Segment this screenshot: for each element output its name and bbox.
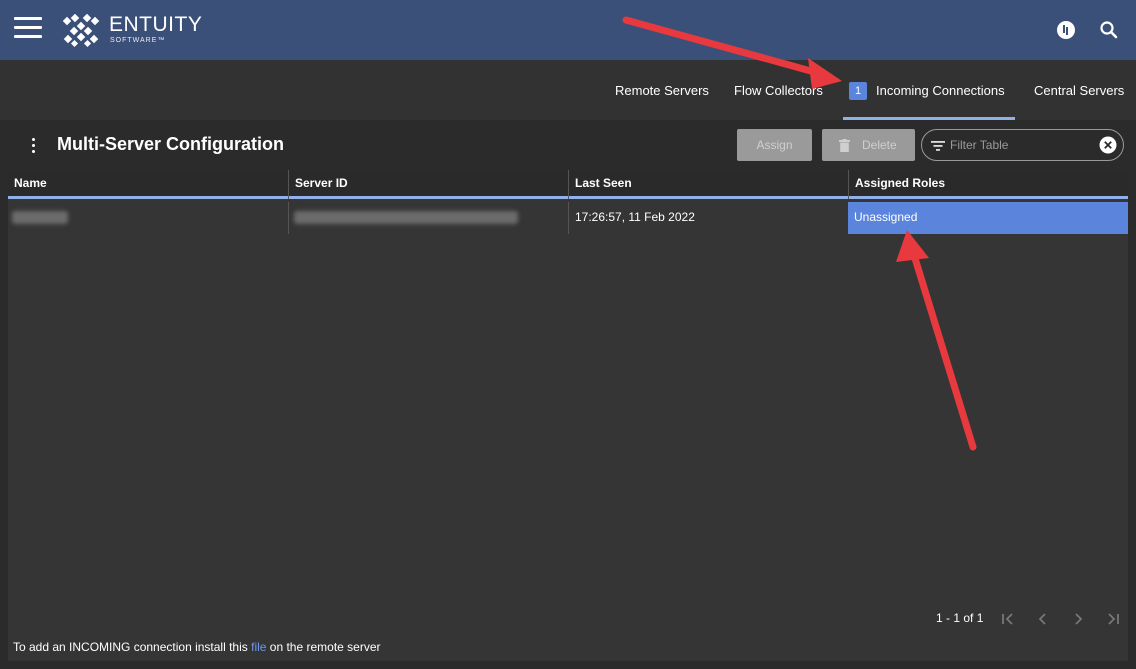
search-icon[interactable] (1099, 20, 1119, 40)
brand-subtitle: SOFTWARE™ (110, 37, 166, 44)
assign-button[interactable]: Assign (737, 129, 812, 161)
column-header-last-seen[interactable]: Last Seen (569, 170, 849, 199)
filter-icon (931, 141, 945, 151)
hamburger-menu-icon[interactable] (14, 17, 42, 39)
filter-box (921, 129, 1124, 161)
install-file-link[interactable]: file (251, 640, 266, 654)
entuity-logo-icon (62, 14, 100, 48)
user-icon[interactable] (1056, 20, 1076, 40)
cell-name (8, 202, 289, 234)
table-row[interactable]: 17:26:57, 11 Feb 2022 Unassigned (8, 202, 1128, 234)
filter-table-input[interactable] (950, 136, 1090, 154)
tab-incoming-connections[interactable]: 1 Incoming Connections (843, 60, 1015, 120)
table-header: Name Server ID Last Seen Assigned Roles (8, 170, 1128, 199)
tab-label: Flow Collectors (734, 83, 823, 98)
top-header: ENTUITY SOFTWARE™ (0, 0, 1136, 60)
last-page-icon[interactable] (1103, 609, 1123, 629)
delete-label: Delete (862, 138, 897, 152)
tab-label: Central Servers (1034, 83, 1125, 98)
incoming-connections-table: Name Server ID Last Seen Assigned Roles … (8, 170, 1128, 661)
cell-last-seen: 17:26:57, 11 Feb 2022 (569, 202, 849, 234)
next-page-icon[interactable] (1068, 609, 1088, 629)
tab-label: Remote Servers (615, 83, 709, 98)
clear-filter-icon[interactable] (1099, 136, 1117, 154)
tab-central-servers[interactable]: Central Servers (1034, 60, 1124, 120)
delete-button[interactable]: Delete (822, 129, 915, 161)
footer-note: To add an INCOMING connection install th… (13, 640, 381, 654)
tab-remote-servers[interactable]: Remote Servers (615, 60, 709, 120)
cell-server-id (289, 202, 569, 234)
tab-label: Incoming Connections (876, 83, 1005, 98)
column-header-server-id[interactable]: Server ID (289, 170, 569, 199)
first-page-icon[interactable] (998, 609, 1018, 629)
column-header-assigned-roles[interactable]: Assigned Roles (849, 170, 1128, 199)
footer-text-before: To add an INCOMING connection install th… (13, 640, 252, 654)
main-panel: Multi-Server Configuration Assign Delete… (0, 120, 1136, 669)
tab-bar: Remote Servers Flow Collectors 1 Incoming… (0, 60, 1136, 120)
footer-text-after: on the remote server (266, 640, 381, 654)
pagination-range: 1 - 1 of 1 (936, 611, 984, 625)
cell-assigned-roles[interactable]: Unassigned (848, 202, 1128, 234)
page-title: Multi-Server Configuration (57, 134, 285, 154)
tab-count-badge: 1 (849, 82, 867, 100)
brand-name: ENTUITY (109, 13, 203, 36)
redacted-name (12, 211, 68, 224)
trash-icon (839, 139, 850, 152)
more-options-icon[interactable] (28, 137, 38, 155)
redacted-server-id (294, 211, 518, 224)
column-header-name[interactable]: Name (8, 170, 289, 199)
tab-flow-collectors[interactable]: Flow Collectors (734, 60, 823, 120)
previous-page-icon[interactable] (1033, 609, 1053, 629)
